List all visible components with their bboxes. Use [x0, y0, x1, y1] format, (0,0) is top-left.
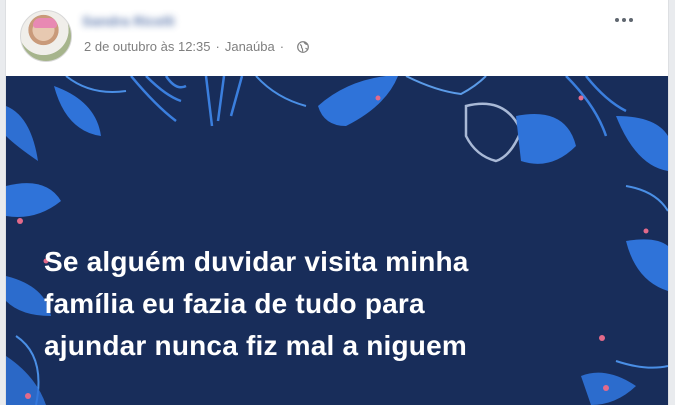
author-name[interactable]: Sandra Ricelli [82, 12, 175, 30]
post-header: Sandra Ricelli 2 de outubro às 12:35 · Jan… [6, 0, 668, 75]
caption-line: Se alguém duvidar visita minha [44, 246, 469, 277]
globe-icon[interactable] [297, 41, 309, 53]
more-dot [615, 18, 619, 22]
meta-separator: · [215, 39, 220, 54]
post-location[interactable]: Janaúba [225, 39, 275, 54]
more-options-button[interactable] [610, 10, 638, 30]
caption-line: ajundar nunca fiz mal a niguem [44, 330, 467, 361]
post-card: Sandra Ricelli 2 de outubro às 12:35 · Jan… [5, 0, 669, 405]
post-meta: 2 de outubro às 12:35 · Janaúba · [84, 38, 309, 56]
meta-separator-2: · [279, 39, 285, 54]
post-image[interactable]: Se alguém duvidar visita minha família e… [6, 76, 668, 405]
more-dot [629, 18, 633, 22]
author-avatar[interactable] [20, 10, 72, 62]
caption-line: família eu fazia de tudo para [44, 288, 425, 319]
more-dot [622, 18, 626, 22]
avatar-hat [33, 18, 57, 28]
image-caption: Se alguém duvidar visita minha família e… [44, 241, 624, 367]
post-date[interactable]: 2 de outubro às 12:35 [84, 39, 211, 54]
